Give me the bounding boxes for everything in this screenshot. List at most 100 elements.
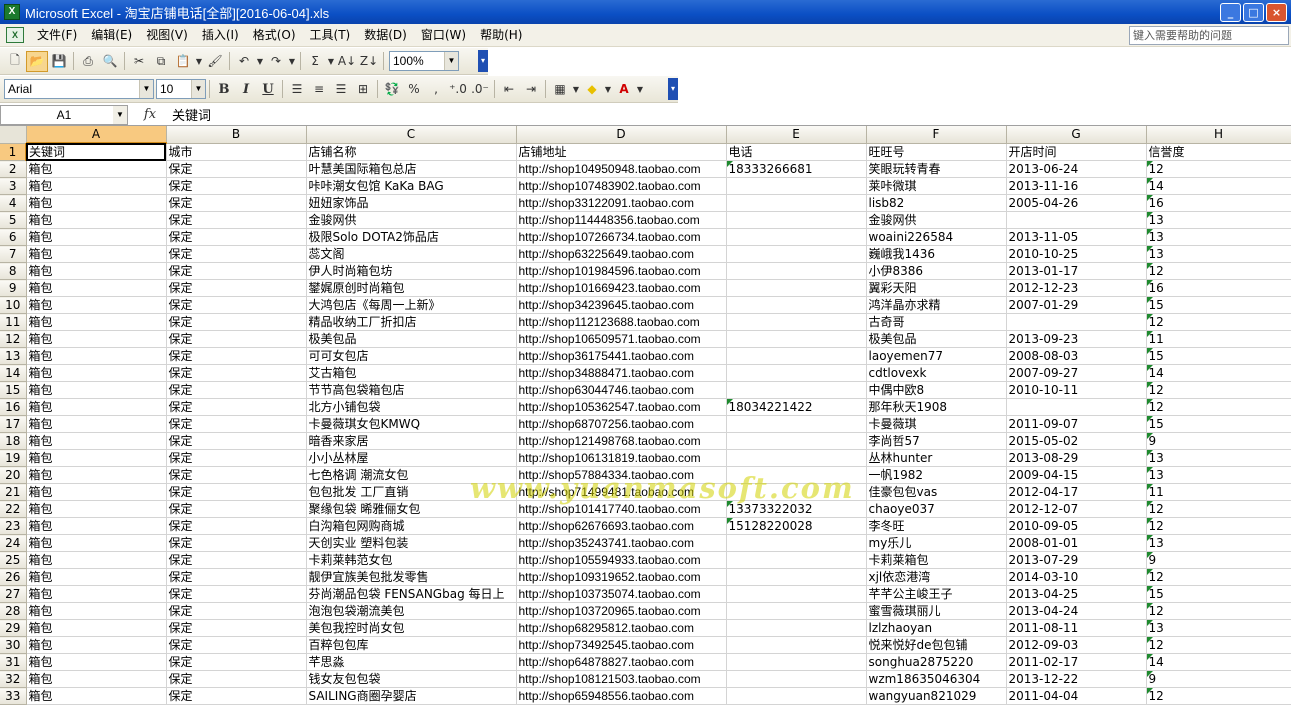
cell-a23[interactable]: 箱包 [26, 517, 167, 535]
cell-a6[interactable]: 箱包 [26, 228, 167, 246]
cell-d22[interactable]: http://shop101417740.taobao.com [516, 500, 727, 518]
menu-data[interactable]: 数据(D) [357, 25, 414, 45]
cell-b15[interactable]: 保定 [166, 381, 307, 399]
cell-e2[interactable]: 18333266681 [726, 160, 867, 178]
menu-insert[interactable]: 插入(I) [195, 25, 246, 45]
row-header[interactable]: 10 [0, 296, 27, 314]
name-box[interactable]: A1 ▼ [0, 104, 128, 125]
cell-a8[interactable]: 箱包 [26, 262, 167, 280]
cell-h26[interactable]: 12 [1146, 568, 1291, 586]
spreadsheet-grid[interactable]: ABCDEFGH 1 关键词 城市 店铺名称 店铺地址 电话 旺旺号 开店时间 信誉度 2 箱包 保定… [0, 126, 1291, 705]
cell-g21[interactable]: 2012-04-17 [1006, 483, 1147, 501]
cell-e24[interactable] [726, 534, 867, 552]
cell-e33[interactable] [726, 687, 867, 705]
print-preview-icon[interactable]: 🔍 [99, 51, 121, 72]
cell-h24[interactable]: 13 [1146, 534, 1291, 552]
cell-d32[interactable]: http://shop108121503.taobao.com [516, 670, 727, 688]
column-header-e[interactable]: E [726, 126, 867, 144]
cell-h16[interactable]: 12 [1146, 398, 1291, 416]
cell-f12[interactable]: 极美包品 [866, 330, 1007, 348]
cell-g8[interactable]: 2013-01-17 [1006, 262, 1147, 280]
cell-a11[interactable]: 箱包 [26, 313, 167, 331]
row-header[interactable]: 17 [0, 415, 27, 433]
cell-g11[interactable] [1006, 313, 1147, 331]
cell-b33[interactable]: 保定 [166, 687, 307, 705]
cell-d29[interactable]: http://shop68295812.taobao.com [516, 619, 727, 637]
zoom-select[interactable]: 100% ▼ [389, 51, 459, 71]
cell-h23[interactable]: 12 [1146, 517, 1291, 535]
cell-f3[interactable]: 莱咔微琪 [866, 177, 1007, 195]
cell-a18[interactable]: 箱包 [26, 432, 167, 450]
sort-ascending-icon[interactable]: A↓ [336, 51, 358, 72]
cell-f27[interactable]: 芊芊公主峻王子 [866, 585, 1007, 603]
cell-b14[interactable]: 保定 [166, 364, 307, 382]
cell-f28[interactable]: 蜜雪薇琪丽儿 [866, 602, 1007, 620]
align-left-icon[interactable]: ☰ [286, 79, 308, 100]
column-header-g[interactable]: G [1006, 126, 1147, 144]
cell-b5[interactable]: 保定 [166, 211, 307, 229]
cell-h20[interactable]: 13 [1146, 466, 1291, 484]
row-header[interactable]: 22 [0, 500, 27, 518]
cell-e30[interactable] [726, 636, 867, 654]
cell-h25[interactable]: 9 [1146, 551, 1291, 569]
cell-f31[interactable]: songhua2875220 [866, 653, 1007, 671]
cell-g32[interactable]: 2013-12-22 [1006, 670, 1147, 688]
cell-c20[interactable]: 七色格调 潮流女包 [306, 466, 517, 484]
cell-f25[interactable]: 卡莉莱箱包 [866, 551, 1007, 569]
cell-a22[interactable]: 箱包 [26, 500, 167, 518]
cell-g15[interactable]: 2010-10-11 [1006, 381, 1147, 399]
row-header[interactable]: 15 [0, 381, 27, 399]
cell-g29[interactable]: 2011-08-11 [1006, 619, 1147, 637]
cell-f13[interactable]: laoyemen77 [866, 347, 1007, 365]
cell-e4[interactable] [726, 194, 867, 212]
cell-h13[interactable]: 15 [1146, 347, 1291, 365]
cell-g28[interactable]: 2013-04-24 [1006, 602, 1147, 620]
cell-a12[interactable]: 箱包 [26, 330, 167, 348]
cell-e18[interactable] [726, 432, 867, 450]
cell-a30[interactable]: 箱包 [26, 636, 167, 654]
cell-c24[interactable]: 天创实业 塑料包装 [306, 534, 517, 552]
cell-h1[interactable]: 信誉度 [1146, 143, 1291, 161]
column-header-d[interactable]: D [516, 126, 727, 144]
cell-c11[interactable]: 精品收纳工厂折扣店 [306, 313, 517, 331]
cell-g26[interactable]: 2014-03-10 [1006, 568, 1147, 586]
cell-c5[interactable]: 金骏网供 [306, 211, 517, 229]
cell-c14[interactable]: 艾古箱包 [306, 364, 517, 382]
cell-d25[interactable]: http://shop105594933.taobao.com [516, 551, 727, 569]
row-header[interactable]: 31 [0, 653, 27, 671]
cell-c17[interactable]: 卡曼薇琪女包KMWQ [306, 415, 517, 433]
cell-e10[interactable] [726, 296, 867, 314]
menu-edit[interactable]: 编辑(E) [84, 25, 139, 45]
column-header-h[interactable]: H [1146, 126, 1291, 144]
decrease-decimal-icon[interactable]: .0⁻ [469, 79, 491, 100]
cell-e25[interactable] [726, 551, 867, 569]
cell-e1[interactable]: 电话 [726, 143, 867, 161]
redo-dropdown-icon[interactable]: ▼ [287, 51, 297, 72]
cell-b13[interactable]: 保定 [166, 347, 307, 365]
paste-icon[interactable]: 📋 [172, 51, 194, 72]
cell-f14[interactable]: cdtlovexk [866, 364, 1007, 382]
cell-f33[interactable]: wangyuan821029 [866, 687, 1007, 705]
cell-d28[interactable]: http://shop103720965.taobao.com [516, 602, 727, 620]
cell-d20[interactable]: http://shop57884334.taobao.com [516, 466, 727, 484]
print-icon[interactable]: ⎙ [77, 51, 99, 72]
cell-h11[interactable]: 12 [1146, 313, 1291, 331]
cell-e16[interactable]: 18034221422 [726, 398, 867, 416]
cell-f16[interactable]: 那年秋天1908 [866, 398, 1007, 416]
autosum-dropdown-icon[interactable]: ▼ [326, 51, 336, 72]
cell-e3[interactable] [726, 177, 867, 195]
row-header[interactable]: 30 [0, 636, 27, 654]
cell-c3[interactable]: 咔咔潮女包馆 KaKa BAG [306, 177, 517, 195]
chevron-down-icon[interactable]: ▼ [444, 52, 458, 70]
cell-f4[interactable]: lisb82 [866, 194, 1007, 212]
cell-d31[interactable]: http://shop64878827.taobao.com [516, 653, 727, 671]
cell-h22[interactable]: 12 [1146, 500, 1291, 518]
cell-a4[interactable]: 箱包 [26, 194, 167, 212]
column-header-b[interactable]: B [166, 126, 307, 144]
cell-c16[interactable]: 北方小铺包袋 [306, 398, 517, 416]
cell-e26[interactable] [726, 568, 867, 586]
cell-h32[interactable]: 9 [1146, 670, 1291, 688]
font-color-dropdown-icon[interactable]: ▼ [635, 79, 645, 100]
cell-d18[interactable]: http://shop121498768.taobao.com [516, 432, 727, 450]
cell-f23[interactable]: 李冬旺 [866, 517, 1007, 535]
